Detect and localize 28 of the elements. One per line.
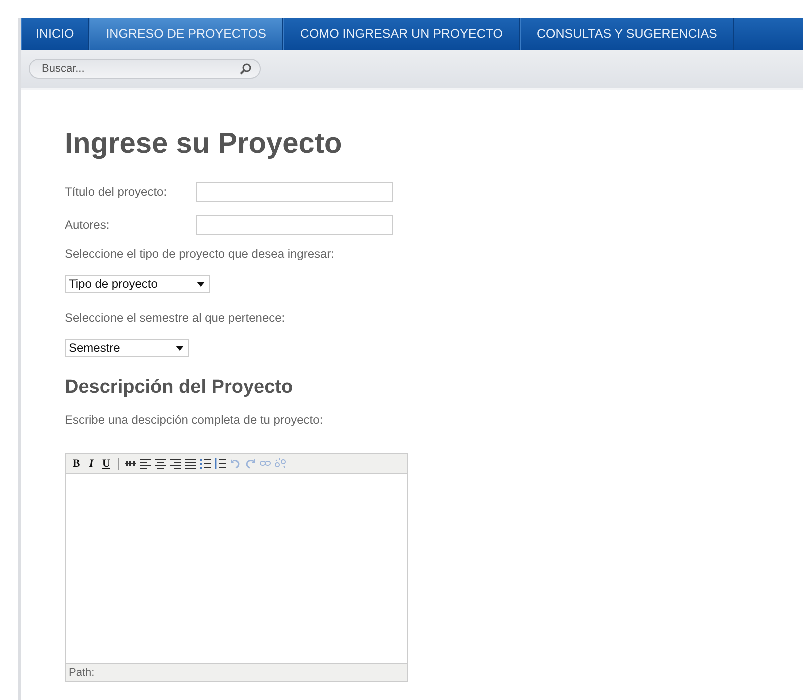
input-field[interactable] [196,182,393,202]
strikethrough-icon[interactable] [125,458,136,469]
justify-icon[interactable] [185,458,196,469]
search-field[interactable]: Buscar... [29,59,261,79]
input-field[interactable] [196,215,393,235]
prompt-text: Seleccione el semestre al que pertenece: [65,311,286,325]
path-bar: Path: [66,663,407,681]
field-label: Autores: [65,218,111,232]
numbered-list-icon[interactable] [215,458,226,469]
type-dropdown[interactable]: Tipo de proyecto [65,275,210,293]
prompt-text: Seleccione el tipo de proyecto que desea ingresar: [65,247,336,261]
bullet-list-icon[interactable] [200,458,211,469]
semester-dropdown[interactable]: Semestre [65,339,189,357]
nav-tab[interactable]: INGRESO DE PROYECTOS [89,18,284,50]
underline-button[interactable]: U [100,456,113,470]
search-icon[interactable] [240,63,252,75]
align-left-icon[interactable] [140,458,151,469]
page-title: Ingrese su Proyecto [65,128,344,161]
italic-button[interactable]: I [85,456,98,470]
prompt-text: Escribe una descipción completa de tu proyecto: [65,413,324,427]
align-right-icon[interactable] [170,458,181,469]
bold-button[interactable]: B [70,456,83,470]
rich-text-editor[interactable]: B I U Path: [65,453,408,682]
align-center-icon[interactable] [155,458,166,469]
dropdown-caret-icon [197,282,205,286]
section-title: Descripción del Proyecto [65,377,294,399]
field-label: Título del proyecto: [65,185,168,199]
dropdown-caret-icon [176,346,184,350]
